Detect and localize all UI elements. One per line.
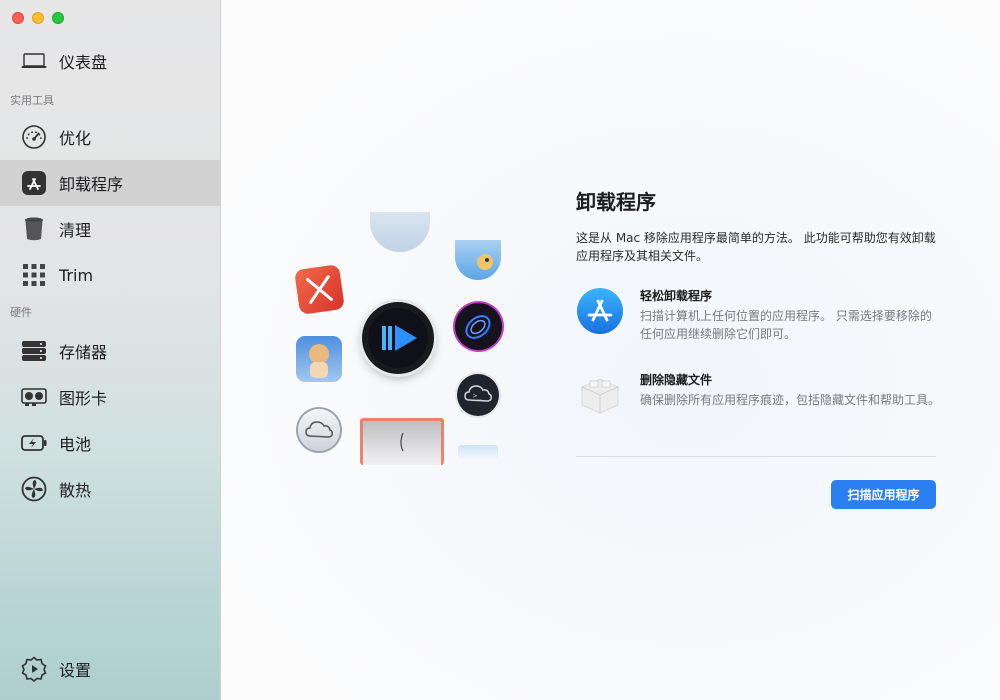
uninstall-info-panel: 卸载程序 这是从 Mac 移除应用程序最简单的方法。 此功能可帮助您有效卸载应用… — [576, 186, 941, 451]
bird-app-icon — [455, 240, 501, 280]
svg-text:>_: >_ — [473, 392, 482, 400]
sidebar: 仪表盘 实用工具 优化 卸载程序 清理 Trim 硬件 存储器 图形卡 电池 散… — [0, 0, 221, 700]
gear-icon — [21, 656, 47, 682]
storage-drive-icon — [21, 338, 47, 364]
sidebar-item-label: 设置 — [59, 661, 92, 680]
page-description: 这是从 Mac 移除应用程序最简单的方法。 此功能可帮助您有效卸载应用程序及其相… — [576, 231, 936, 263]
feature-hidden-files: 删除隐藏文件 确保删除所有应用程序痕迹，包括隐藏文件和帮助工具。 — [576, 371, 941, 451]
window-controls — [12, 12, 64, 24]
laptop-icon — [21, 48, 47, 74]
app-window: 仪表盘 实用工具 优化 卸载程序 清理 Trim 硬件 存储器 图形卡 电池 散… — [0, 0, 1000, 700]
screen-app-icon — [360, 418, 444, 465]
sidebar-item-uninstall[interactable]: 卸载程序 — [0, 160, 220, 206]
divider — [576, 456, 936, 457]
speedometer-icon — [21, 124, 47, 150]
trash-icon — [21, 216, 47, 242]
sidebar-item-label: 仪表盘 — [59, 53, 108, 72]
sidebar-item-trim[interactable]: Trim — [0, 252, 220, 298]
feature-text: 扫描计算机上任何位置的应用程序。 只需选择要移除的任何应用继续删除它们即可。 — [640, 309, 932, 341]
zoom-window-button[interactable] — [52, 12, 64, 24]
spiral-app-icon — [455, 303, 502, 350]
feature-title: 删除隐藏文件 — [640, 373, 713, 387]
app-store-icon — [576, 287, 624, 335]
sidebar-item-label: 清理 — [59, 221, 92, 240]
sidebar-item-label: 卸载程序 — [59, 175, 124, 194]
battery-icon — [21, 430, 47, 456]
sidebar-item-clean[interactable]: 清理 — [0, 206, 220, 252]
scan-applications-button[interactable]: 扫描应用程序 — [831, 480, 936, 509]
sidebar-item-label: 优化 — [59, 129, 92, 148]
section-label-utilities: 实用工具 — [10, 94, 54, 107]
minimize-window-button[interactable] — [32, 12, 44, 24]
sidebar-item-graphics[interactable]: 图形卡 — [0, 374, 220, 420]
grid-icon — [21, 262, 47, 288]
page-title: 卸载程序 — [576, 190, 656, 214]
app-store-icon — [21, 170, 47, 196]
sidebar-item-label: Trim — [59, 265, 94, 285]
x-app-icon — [294, 264, 345, 315]
graphics-card-icon — [21, 384, 47, 410]
sidebar-item-storage[interactable]: 存储器 — [0, 328, 220, 374]
cloud-app-icon — [298, 409, 340, 451]
sidebar-item-label: 电池 — [59, 435, 92, 454]
feature-title: 轻松卸载程序 — [640, 289, 713, 303]
sidebar-item-settings[interactable]: 设置 — [0, 646, 220, 692]
partial-app-icon — [370, 212, 430, 252]
sidebar-item-battery[interactable]: 电池 — [0, 420, 220, 466]
sidebar-item-label: 图形卡 — [59, 389, 108, 408]
fan-icon — [21, 476, 47, 502]
media-player-app-icon — [362, 302, 434, 374]
sidebar-item-label: 散热 — [59, 481, 92, 500]
box-icon — [576, 371, 624, 419]
sidebar-item-cooling[interactable]: 散热 — [0, 466, 220, 512]
partial-app-icon — [458, 445, 498, 459]
app-icon-cluster: >_ — [290, 212, 505, 465]
section-label-hardware: 硬件 — [10, 306, 32, 319]
feature-easy-uninstall: 轻松卸载程序 扫描计算机上任何位置的应用程序。 只需选择要移除的任何应用继续删除… — [576, 287, 938, 367]
sidebar-item-optimize[interactable]: 优化 — [0, 114, 220, 160]
close-window-button[interactable] — [12, 12, 24, 24]
cloud-terminal-app-icon: >_ — [457, 374, 499, 416]
feature-text: 确保删除所有应用程序痕迹，包括隐藏文件和帮助工具。 — [640, 393, 941, 407]
sidebar-item-label: 存储器 — [59, 343, 108, 362]
sidebar-item-dashboard[interactable]: 仪表盘 — [0, 38, 220, 84]
photo-app-icon — [296, 336, 342, 382]
